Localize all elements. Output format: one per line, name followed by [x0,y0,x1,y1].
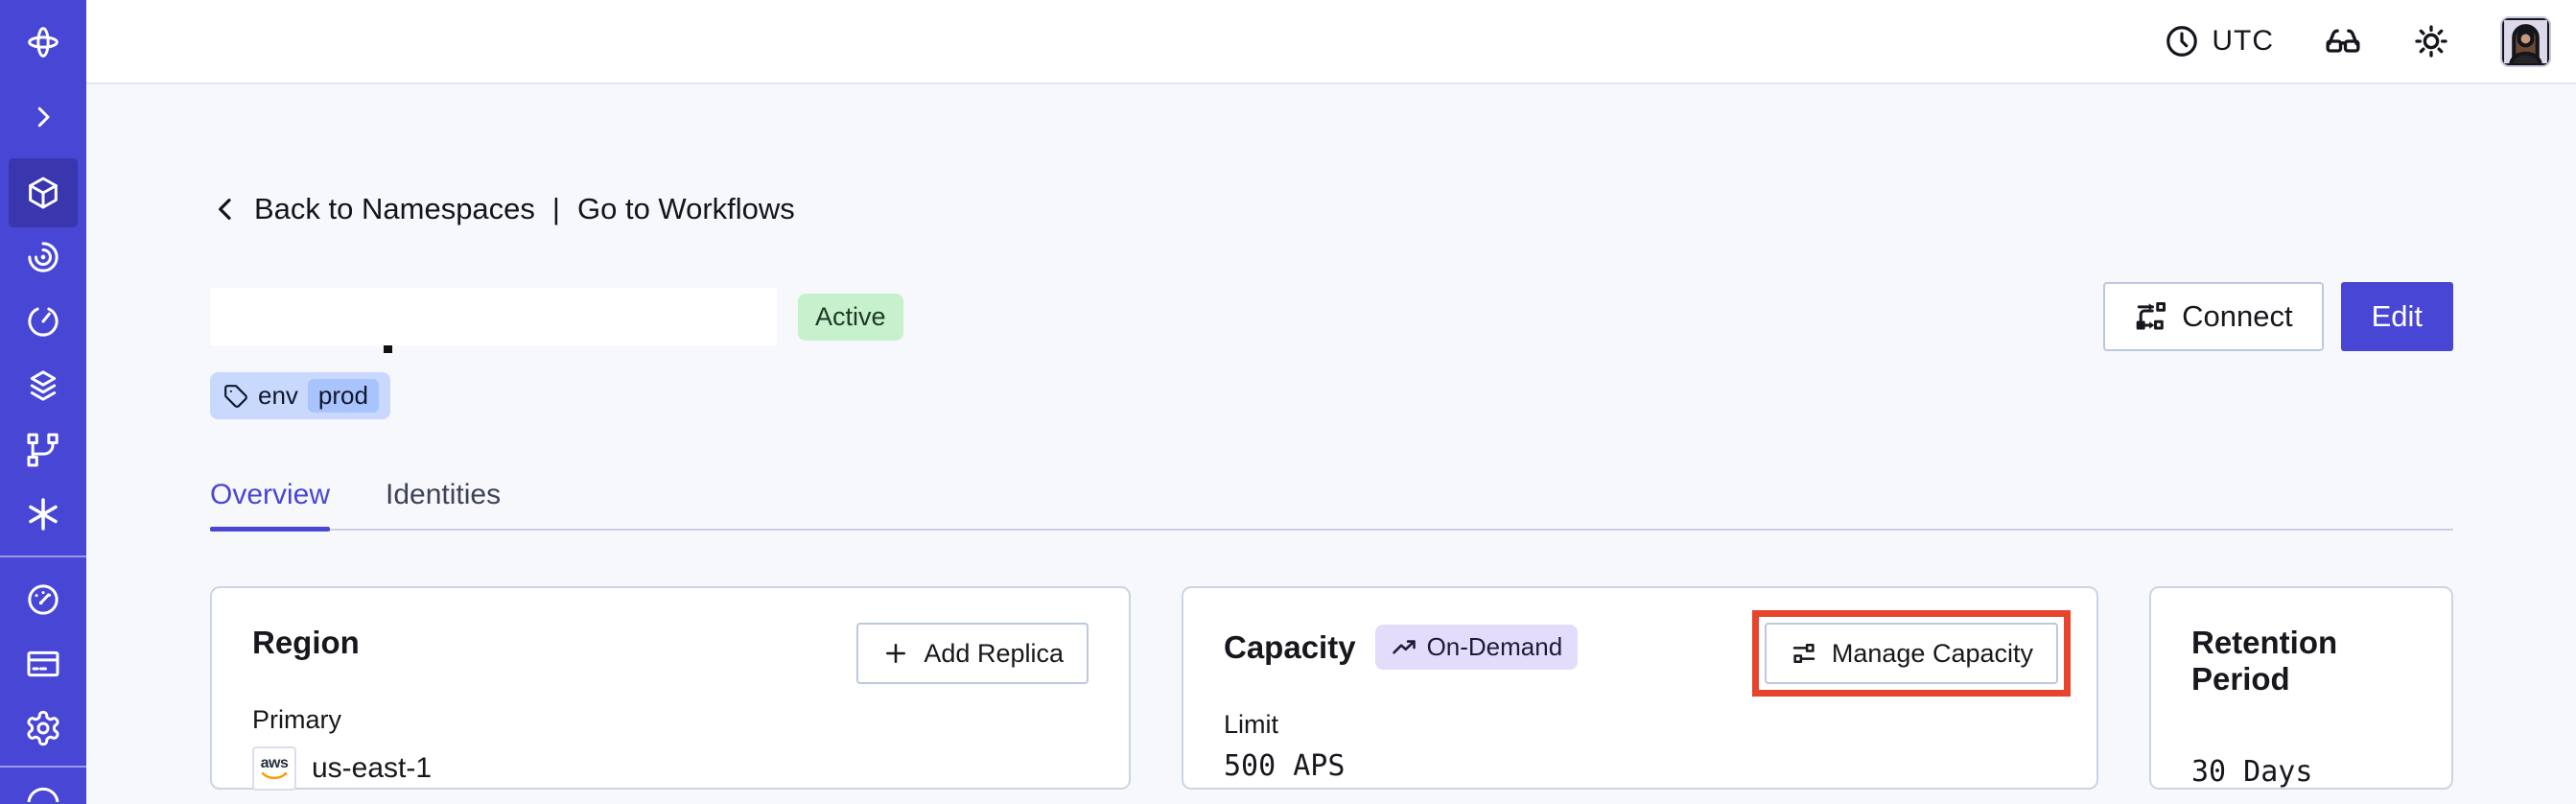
gauge-icon [28,583,59,615]
sidebar-item-pipelines[interactable] [0,417,86,482]
timezone-selector[interactable]: UTC [2164,23,2274,59]
red-highlight-annotation: Manage Capacity [1751,610,2071,697]
trend-up-icon [1392,639,1416,654]
status-badge: Active [798,293,903,341]
on-demand-badge: On-Demand [1374,625,1579,670]
layers-icon [30,369,57,401]
main-content: Back to Namespaces | Go to Workflows Act… [86,84,2576,804]
active-item-highlight [9,157,78,227]
aws-smile-arrow [261,771,288,780]
breadcrumb-workflows-link[interactable]: Go to Workflows [577,192,795,226]
plus-icon [886,644,906,663]
asterisk-icon [29,497,58,531]
sidebar-item-usage[interactable] [0,567,86,631]
sidebar [0,0,86,804]
namespace-actions: Connect Edit [2103,282,2453,351]
back-chevron-icon[interactable] [210,194,241,225]
labs-glasses-button[interactable] [2324,22,2362,60]
sliders-icon [1792,644,1815,663]
sidebar-item-settings[interactable] [0,696,86,760]
namespace-title-row: Active Connect Edit [210,282,2453,353]
sidebar-item-nexus[interactable] [0,482,86,546]
support-icon [27,787,59,802]
aws-provider-icon: aws [252,746,296,791]
retention-card: Retention Period 30 Days [2149,586,2453,790]
manage-capacity-button[interactable]: Manage Capacity [1764,623,2058,684]
clock-icon [2166,26,2198,57]
gear-icon [27,710,59,745]
capacity-card-header: Capacity On-Demand Manage Capacity [1224,610,2071,697]
tab-overview[interactable]: Overview [210,479,331,532]
edit-button-label: Edit [2371,299,2423,333]
primary-label: Primary [252,705,341,734]
cube-icon [29,177,58,208]
connect-flow-icon [2136,302,2166,330]
aws-logo-text: aws [260,755,289,771]
region-value: us-east-1 [312,752,433,784]
tab-identities[interactable]: Identities [386,479,501,529]
tab-bar: Overview Identities [210,479,2453,532]
namespace-tag[interactable]: env prod [210,372,390,419]
tag-icon [224,384,247,408]
on-demand-label: On-Demand [1426,632,1563,661]
timer-icon [28,307,59,336]
breadcrumb-separator: | [551,192,560,225]
tag-value: prod [307,379,379,413]
manage-capacity-label: Manage Capacity [1831,638,2033,668]
add-replica-button[interactable]: Add Replica [856,623,1089,684]
namespace-name-redacted [210,288,777,345]
retention-card-title: Retention Period [2191,625,2338,697]
connect-button-label: Connect [2182,299,2293,333]
add-replica-label: Add Replica [924,638,1064,668]
sidebar-item-schedules[interactable] [0,289,86,353]
region-card: Region Add Replica Primary aws us-east-1 [210,586,1131,791]
topbar: UTC [86,0,2576,84]
spiral-icon [28,241,59,272]
namespace-title-group: Active [210,288,2103,353]
capacity-limit-value: 500 APS [1224,749,1346,783]
tag-row: env prod [210,372,2453,419]
content-column: UTC Back to Namespaces | Go to Workflows… [86,0,2576,804]
region-card-title: Region [252,625,360,660]
capacity-card-title: Capacity [1224,628,1356,665]
connect-button[interactable]: Connect [2103,282,2324,351]
sidebar-divider [0,556,86,557]
app-window: UTC Back to Namespaces | Go to Workflows… [0,0,2576,804]
capacity-title-group: Capacity On-Demand [1224,625,1579,670]
user-avatar[interactable] [2500,15,2551,67]
tag-key: env [258,381,298,410]
region-value-row: aws us-east-1 [252,746,1089,791]
retention-value: 30 Days [2191,755,2313,789]
sidebar-item-namespaces[interactable] [0,157,86,227]
sidebar-item-support[interactable] [0,768,86,802]
sidebar-expand-button[interactable] [0,84,86,149]
breadcrumb: Back to Namespaces | Go to Workflows [210,192,2453,226]
breadcrumb-back-link[interactable]: Back to Namespaces [254,192,535,226]
sidebar-item-workflows[interactable] [0,225,86,289]
avatar-image [2502,17,2549,65]
glasses-icon [2326,29,2360,53]
limit-label: Limit [1224,710,1279,739]
region-card-header: Region Add Replica [252,623,1089,684]
theme-toggle-button[interactable] [2412,22,2450,60]
sun-icon [2415,25,2447,58]
redaction-artifact [384,345,392,353]
capacity-card: Capacity On-Demand Manage Capacity Limit… [1182,586,2098,790]
edit-button[interactable]: Edit [2340,282,2453,351]
summary-cards: Region Add Replica Primary aws us-east-1 [210,586,2453,791]
sidebar-item-billing[interactable] [0,631,86,696]
credit-card-icon [27,650,59,676]
branch-icon [27,433,59,466]
temporal-logo-icon[interactable] [0,0,86,84]
timezone-label: UTC [2212,25,2274,57]
sidebar-item-deployments[interactable] [0,353,86,417]
